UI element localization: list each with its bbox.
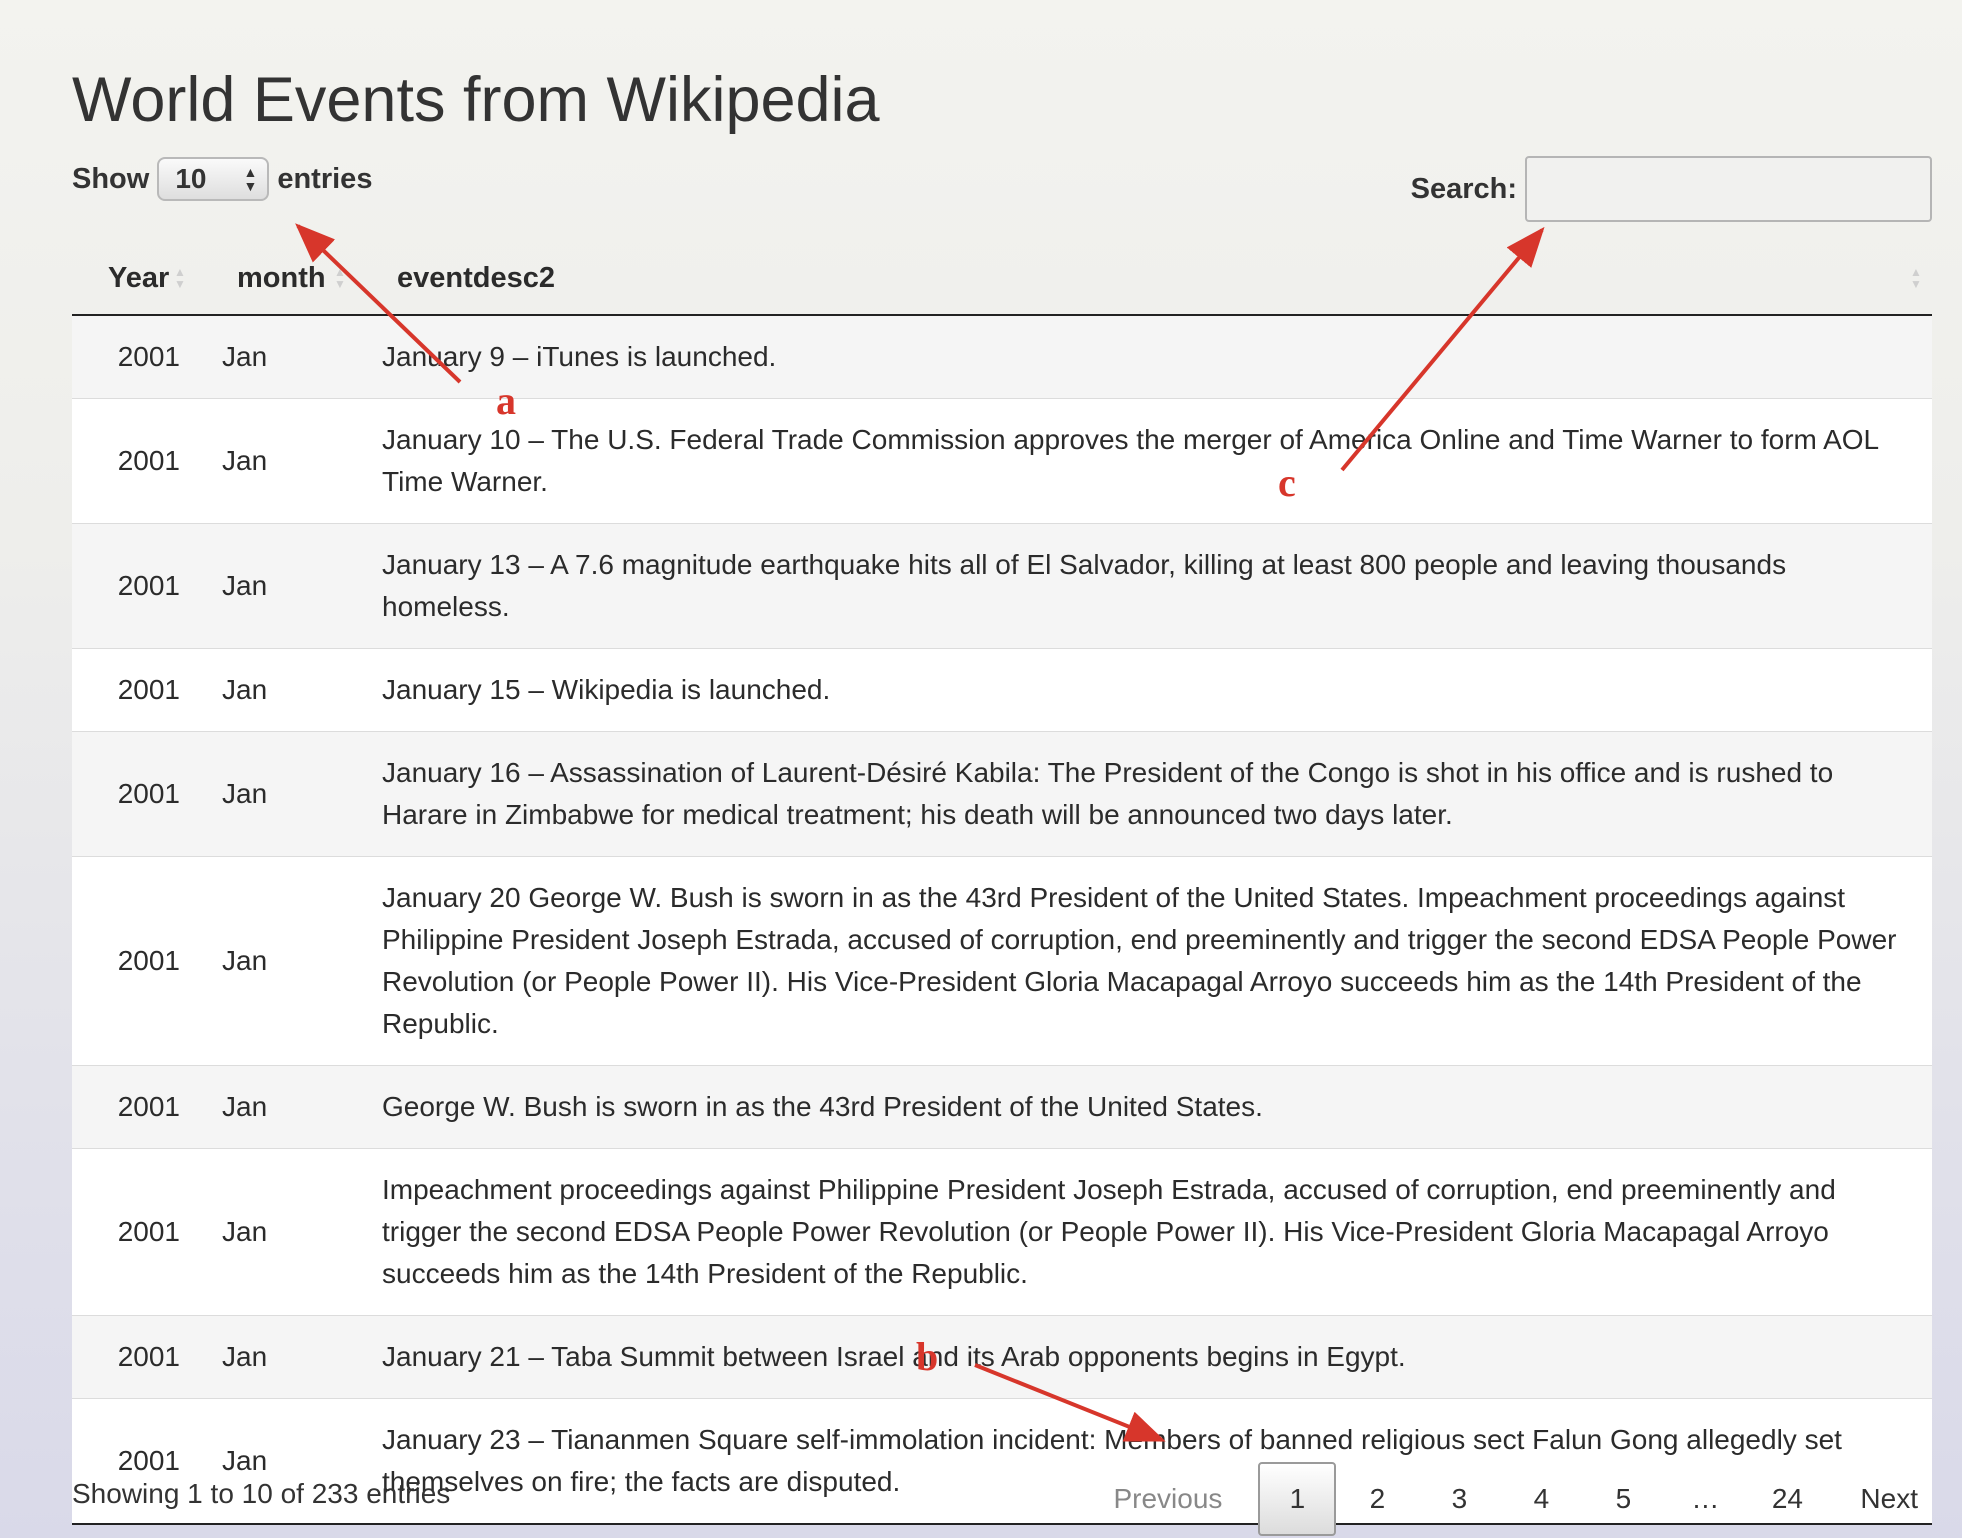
sort-icon: ▲ ▼	[334, 265, 346, 291]
page-button-1[interactable]: 1	[1258, 1462, 1337, 1536]
cell-year: 2001	[72, 1065, 222, 1149]
page-button-3[interactable]: 3	[1418, 1462, 1500, 1536]
page-button-4[interactable]: 4	[1500, 1462, 1582, 1536]
cell-year: 2001	[72, 398, 222, 524]
table-header: Year ▲ ▼ month ▲ ▼ eventdesc2 ▲ ▼	[72, 242, 1932, 316]
pagination-ellipsis: …	[1691, 1483, 1720, 1514]
cell-eventdesc: George W. Bush is sworn in as the 43rd P…	[382, 1065, 1932, 1149]
header-row: Year ▲ ▼ month ▲ ▼ eventdesc2 ▲ ▼	[72, 242, 1932, 316]
cell-eventdesc: Impeachment proceedings against Philippi…	[382, 1148, 1932, 1316]
cell-year: 2001	[72, 648, 222, 732]
cell-month: Jan	[222, 398, 382, 524]
table-row[interactable]: 2001 Jan January 21 – Taba Summit betwee…	[72, 1315, 1932, 1399]
table-row[interactable]: 2001 Jan January 20 George W. Bush is sw…	[72, 856, 1932, 1066]
pagination: Previous 1 2 3 4 5 … 24 Next	[1099, 1462, 1932, 1536]
cell-year: 2001	[117, 341, 180, 372]
column-header-year[interactable]: Year	[108, 257, 169, 299]
table-body: 2001 Jan January 9 – iTunes is launched.…	[72, 315, 1932, 1523]
cell-eventdesc: January 16 – Assassination of Laurent-Dé…	[382, 731, 1932, 857]
page-title: World Events from Wikipedia	[72, 65, 880, 135]
next-button[interactable]: Next	[1846, 1462, 1932, 1536]
length-label-show: Show	[72, 162, 150, 195]
events-table: Year ▲ ▼ month ▲ ▼ eventdesc2 ▲ ▼ 2001 Jan …	[72, 242, 1932, 1523]
sort-icon: ▲ ▼	[1910, 265, 1922, 291]
cell-month: Jan	[222, 731, 382, 857]
cell-eventdesc: January 21 – Taba Summit between Israel …	[382, 1315, 1932, 1399]
column-header-eventdesc2[interactable]: eventdesc2	[397, 257, 555, 299]
sort-icon: ▲ ▼	[174, 265, 186, 291]
cell-eventdesc: January 15 – Wikipedia is launched.	[382, 648, 1932, 732]
cell-year: 2001	[72, 1315, 222, 1399]
table-row[interactable]: 2001 Jan Impeachment proceedings against…	[72, 1148, 1932, 1316]
events-table-wrapper: Year ▲ ▼ month ▲ ▼ eventdesc2 ▲ ▼ 2001 Jan …	[72, 242, 1932, 1525]
table-row[interactable]: 2001 Jan January 16 – Assassination of L…	[72, 731, 1932, 857]
page-button-2[interactable]: 2	[1336, 1462, 1418, 1536]
table-row[interactable]: 2001 Jan George W. Bush is sworn in as t…	[72, 1065, 1932, 1149]
page-button-24[interactable]: 24	[1746, 1462, 1828, 1536]
table-row[interactable]: 2001 Jan January 15 – Wikipedia is launc…	[72, 648, 1932, 732]
cell-month: Jan	[222, 648, 382, 732]
cell-month: Jan	[222, 523, 382, 649]
cell-eventdesc: January 9 – iTunes is launched.	[382, 341, 777, 372]
table-info: Showing 1 to 10 of 233 entries	[72, 1478, 451, 1509]
search-label: Search:	[1410, 172, 1517, 205]
cell-year: 2001	[72, 856, 222, 1066]
cell-year: 2001	[72, 523, 222, 649]
column-header-month[interactable]: month	[237, 257, 326, 299]
select-arrows-icon: ▲ ▼	[243, 164, 258, 194]
table-row[interactable]: 2001 Jan January 10 – The U.S. Federal T…	[72, 398, 1932, 524]
table-row[interactable]: 2001 Jan January 13 – A 7.6 magnitude ea…	[72, 523, 1932, 649]
cell-month: Jan	[222, 341, 268, 372]
table-row[interactable]: 2001 Jan January 9 – iTunes is launched.	[72, 315, 1932, 399]
length-label-entries: entries	[277, 162, 373, 195]
entries-select[interactable]: 10 ▲ ▼	[157, 157, 270, 201]
previous-button[interactable]: Previous	[1099, 1462, 1236, 1536]
cell-month: Jan	[222, 1315, 382, 1399]
cell-eventdesc: January 10 – The U.S. Federal Trade Comm…	[382, 398, 1932, 524]
page-button-5[interactable]: 5	[1582, 1462, 1664, 1536]
cell-eventdesc: January 13 – A 7.6 magnitude earthquake …	[382, 523, 1932, 649]
cell-month: Jan	[222, 1065, 382, 1149]
cell-year: 2001	[72, 1148, 222, 1316]
cell-eventdesc: January 20 George W. Bush is sworn in as…	[382, 856, 1932, 1066]
entries-select-value: 10	[175, 163, 207, 194]
cell-month: Jan	[222, 1148, 382, 1316]
length-control: Show 10 ▲ ▼ entries	[72, 156, 372, 202]
cell-month: Jan	[222, 856, 382, 1066]
cell-year: 2001	[72, 731, 222, 857]
search-control: Search:	[1411, 156, 1932, 222]
search-input[interactable]	[1525, 156, 1932, 222]
